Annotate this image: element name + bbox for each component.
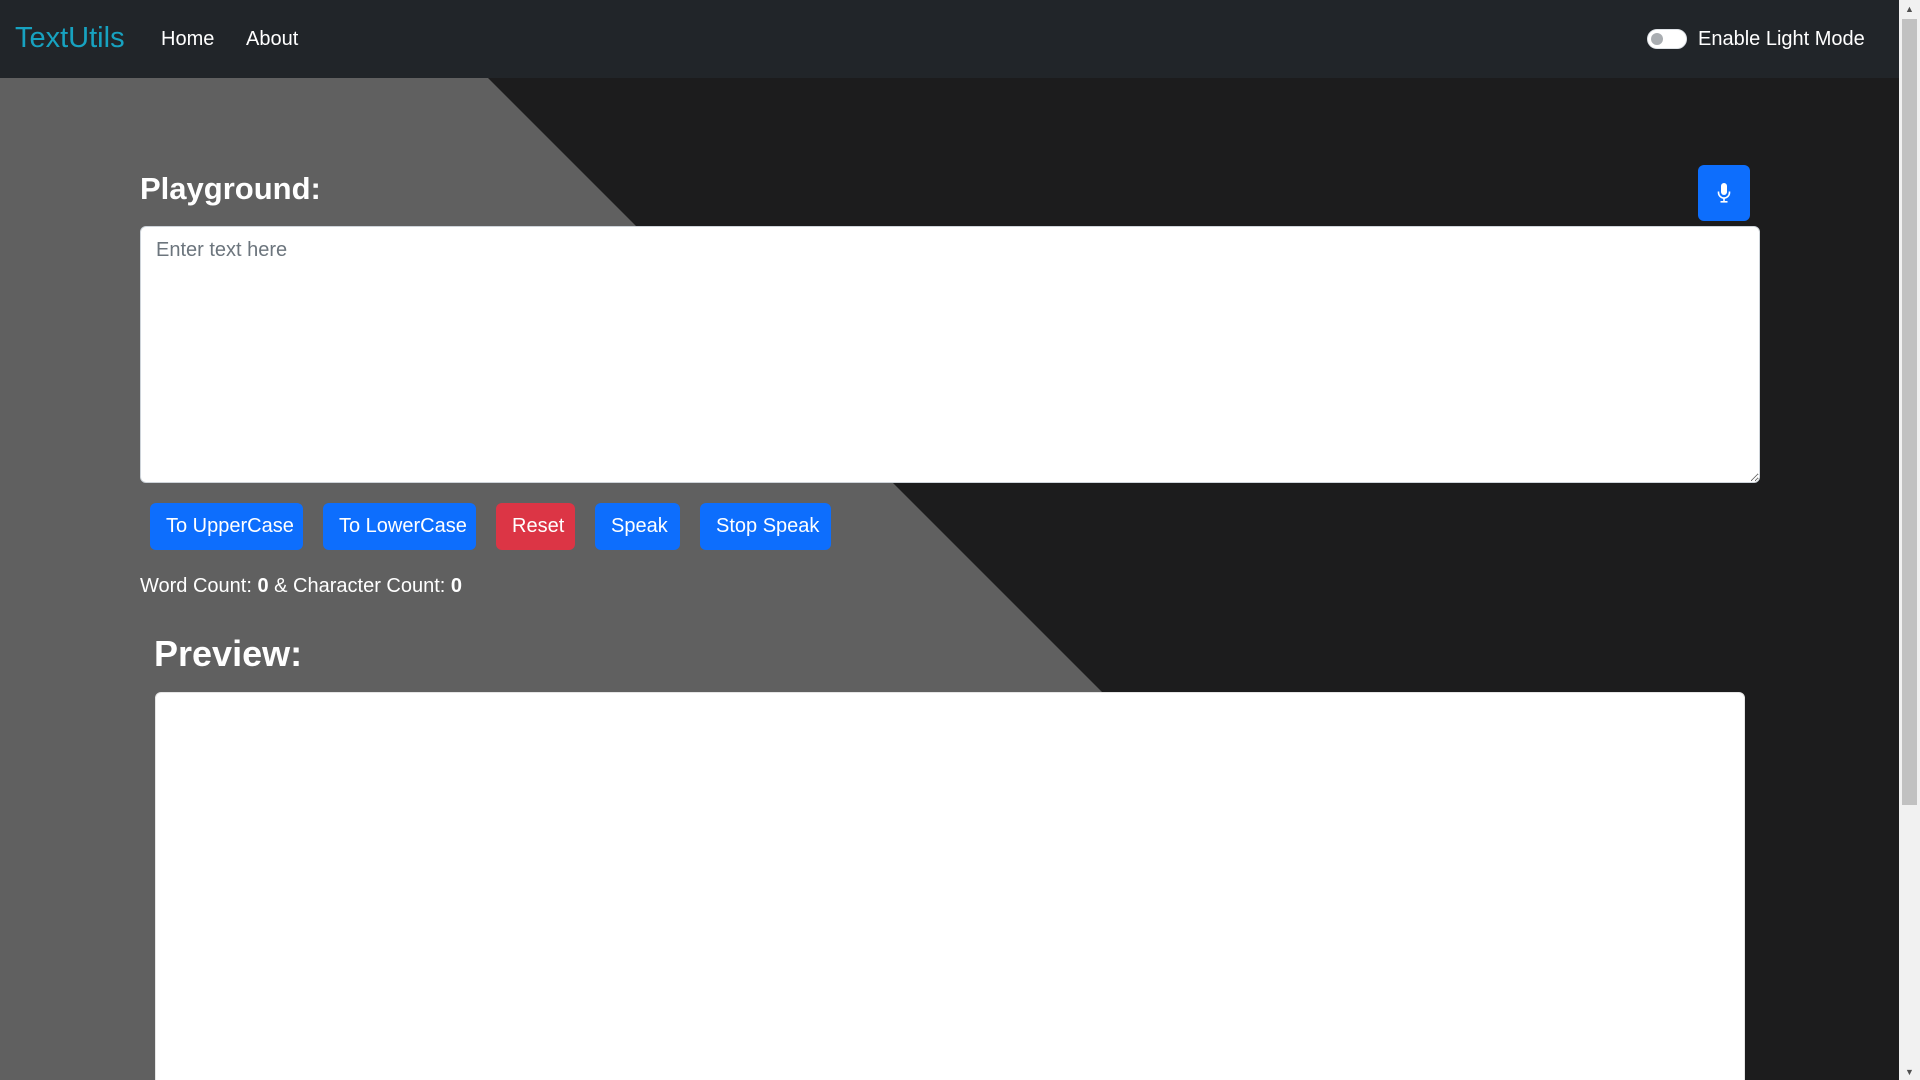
to-lowercase-button[interactable]: To LowerCase (323, 503, 476, 550)
character-count-value: 0 (450, 575, 463, 597)
navbar: TextUtils Home About Enable Light Mode (0, 0, 1899, 78)
toggle-switch[interactable] (1647, 29, 1687, 49)
microphone-icon (1717, 183, 1731, 203)
reset-button[interactable]: Reset (496, 503, 575, 550)
scroll-down-arrow-icon[interactable]: ▼ (1899, 1063, 1920, 1080)
light-mode-toggle[interactable]: Enable Light Mode (1647, 26, 1865, 52)
word-count-value: 0 (257, 575, 269, 597)
page-scrollbar[interactable]: ▲ ▼ (1899, 0, 1920, 1080)
playground-textarea[interactable] (140, 226, 1760, 483)
nav-link-home[interactable]: Home (161, 22, 214, 56)
speak-button[interactable]: Speak (595, 503, 680, 550)
brand-logo[interactable]: TextUtils (15, 18, 125, 58)
toggle-knob (1651, 33, 1663, 45)
playground-heading: Playground: (140, 171, 321, 206)
stop-speak-button[interactable]: Stop Speak (700, 503, 831, 550)
microphone-button[interactable] (1698, 165, 1750, 221)
scroll-thumb[interactable] (1902, 19, 1917, 805)
word-count-label: Word Count: (140, 575, 258, 597)
toggle-label: Enable Light Mode (1698, 28, 1865, 50)
scroll-up-arrow-icon[interactable]: ▲ (1899, 0, 1920, 17)
nav-link-about[interactable]: About (246, 22, 298, 56)
main-content: Playground: To UpperCase To LowerCase Re… (0, 0, 1899, 1080)
word-character-count: Word Count: 0 & Character Count: 0 (140, 572, 462, 600)
preview-heading: Preview: (154, 633, 303, 674)
preview-box (155, 692, 1745, 1080)
character-count-label: & Character Count: (268, 575, 451, 597)
to-uppercase-button[interactable]: To UpperCase (150, 503, 303, 550)
